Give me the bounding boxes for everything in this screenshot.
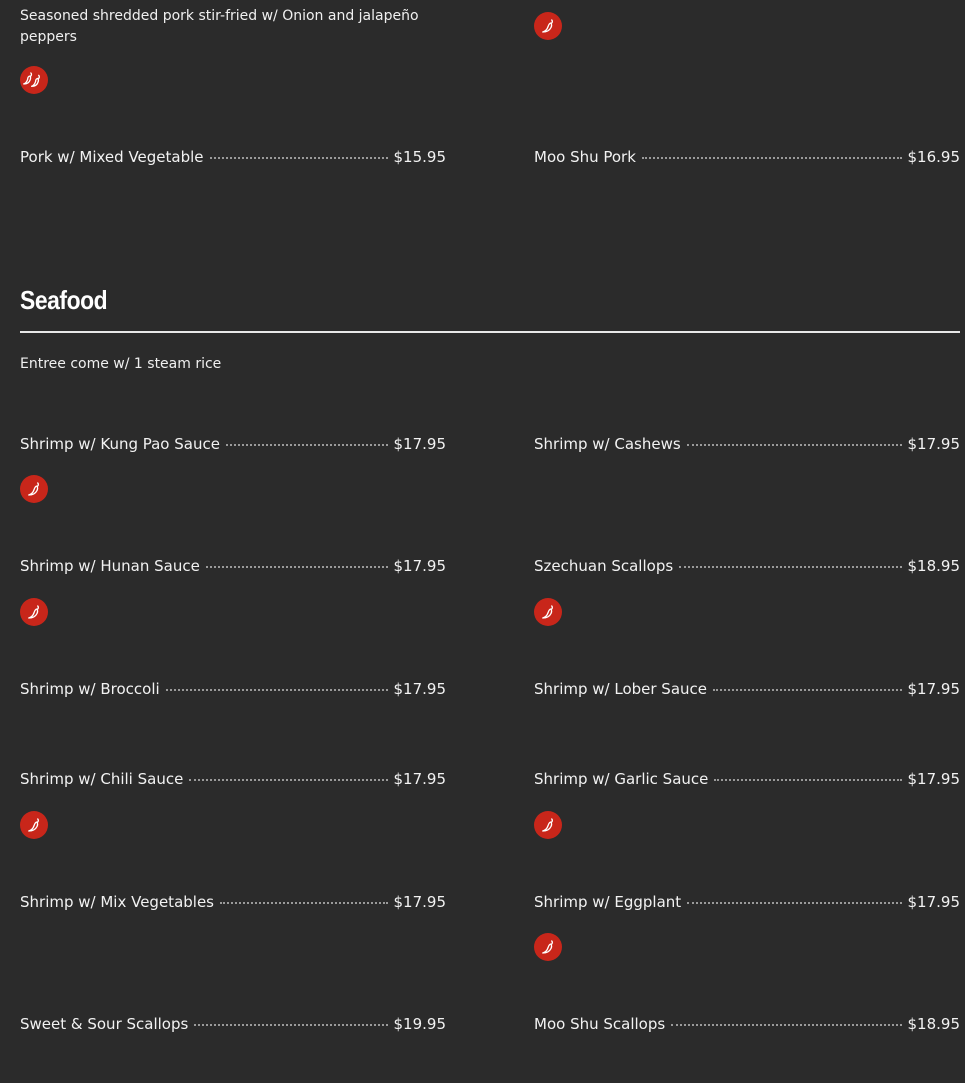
menu-item[interactable]: Szechuan Scallops $18.95 [534, 557, 960, 579]
menu-item[interactable]: Shrimp w/ Cashews $17.95 [534, 435, 960, 457]
item-price: $17.95 [393, 893, 447, 911]
dot-leader [189, 779, 388, 781]
chili-pepper-icon [534, 598, 562, 626]
item-price: $17.95 [907, 435, 961, 453]
menu-item[interactable]: Shrimp w/ Garlic Sauce $17.95 [534, 770, 960, 792]
chili-pepper-icon [20, 598, 48, 626]
chili-pepper-icon [534, 811, 562, 839]
item-name: Shrimp w/ Hunan Sauce [20, 557, 200, 575]
item-price: $15.95 [393, 148, 447, 166]
dot-leader [165, 689, 388, 691]
item-price: $18.95 [907, 1015, 961, 1033]
menu-item[interactable]: Sweet & Sour Scallops $19.95 [20, 1015, 446, 1037]
item-name: Moo Shu Scallops [534, 1015, 666, 1033]
dot-leader [671, 1024, 902, 1026]
dot-leader [713, 689, 902, 691]
item-price: $17.95 [393, 557, 447, 575]
item-price: $17.95 [393, 680, 447, 698]
dot-leader [641, 157, 902, 159]
dot-leader [220, 902, 388, 904]
item-price: $17.95 [907, 680, 961, 698]
menu-item[interactable]: Moo Shu Scallops $18.95 [534, 1015, 960, 1037]
double-chili-pepper-icon [20, 66, 48, 94]
section-divider [20, 331, 960, 333]
dot-leader [194, 1024, 388, 1026]
section-title: Seafood [20, 285, 108, 315]
dot-leader [209, 157, 388, 159]
item-name: Shrimp w/ Kung Pao Sauce [20, 435, 220, 453]
item-price: $19.95 [393, 1015, 447, 1033]
menu-item[interactable]: Shrimp w/ Hunan Sauce $17.95 [20, 557, 446, 579]
dot-leader [687, 902, 902, 904]
menu-item[interactable]: Shrimp w/ Lober Sauce $17.95 [534, 680, 960, 702]
dot-leader [205, 566, 388, 568]
chili-pepper-icon [20, 475, 48, 503]
item-name: Shrimp w/ Eggplant [534, 893, 682, 911]
menu-item[interactable]: Shrimp w/ Broccoli $17.95 [20, 680, 446, 702]
item-name: Shrimp w/ Chili Sauce [20, 770, 184, 788]
menu-item[interactable]: Pork w/ Mixed Vegetable $15.95 [20, 148, 446, 170]
item-price: $17.95 [907, 893, 961, 911]
item-name: Shrimp w/ Broccoli [20, 680, 160, 698]
item-price: $18.95 [907, 557, 961, 575]
item-name: Shrimp w/ Lober Sauce [534, 680, 708, 698]
item-name: Shrimp w/ Mix Vegetables [20, 893, 214, 911]
item-name: Szechuan Scallops [534, 557, 674, 575]
chili-pepper-icon [534, 12, 562, 40]
item-description: Seasoned shredded pork stir-fried w/ Oni… [20, 8, 419, 45]
menu-item[interactable]: Shrimp w/ Mix Vegetables $17.95 [20, 893, 446, 915]
item-name: Sweet & Sour Scallops [20, 1015, 189, 1033]
item-name: Moo Shu Pork [534, 148, 636, 166]
section-note: Entree come w/ 1 steam rice [20, 356, 222, 372]
chili-pepper-icon [20, 811, 48, 839]
item-name: Shrimp w/ Garlic Sauce [534, 770, 709, 788]
dot-leader [679, 566, 902, 568]
menu-item[interactable]: Shrimp w/ Kung Pao Sauce $17.95 [20, 435, 446, 457]
dot-leader [714, 779, 902, 781]
item-name: Pork w/ Mixed Vegetable [20, 148, 204, 166]
item-price: $17.95 [393, 435, 447, 453]
menu-item[interactable]: Shrimp w/ Chili Sauce $17.95 [20, 770, 446, 792]
dot-leader [686, 444, 902, 446]
item-price: $16.95 [907, 148, 961, 166]
item-price: $17.95 [907, 770, 961, 788]
item-name: Shrimp w/ Cashews [534, 435, 681, 453]
menu-item[interactable]: Moo Shu Pork $16.95 [534, 148, 960, 170]
chili-pepper-icon [534, 933, 562, 961]
dot-leader [225, 444, 388, 446]
item-price: $17.95 [393, 770, 447, 788]
menu-item[interactable]: Shrimp w/ Eggplant $17.95 [534, 893, 960, 915]
